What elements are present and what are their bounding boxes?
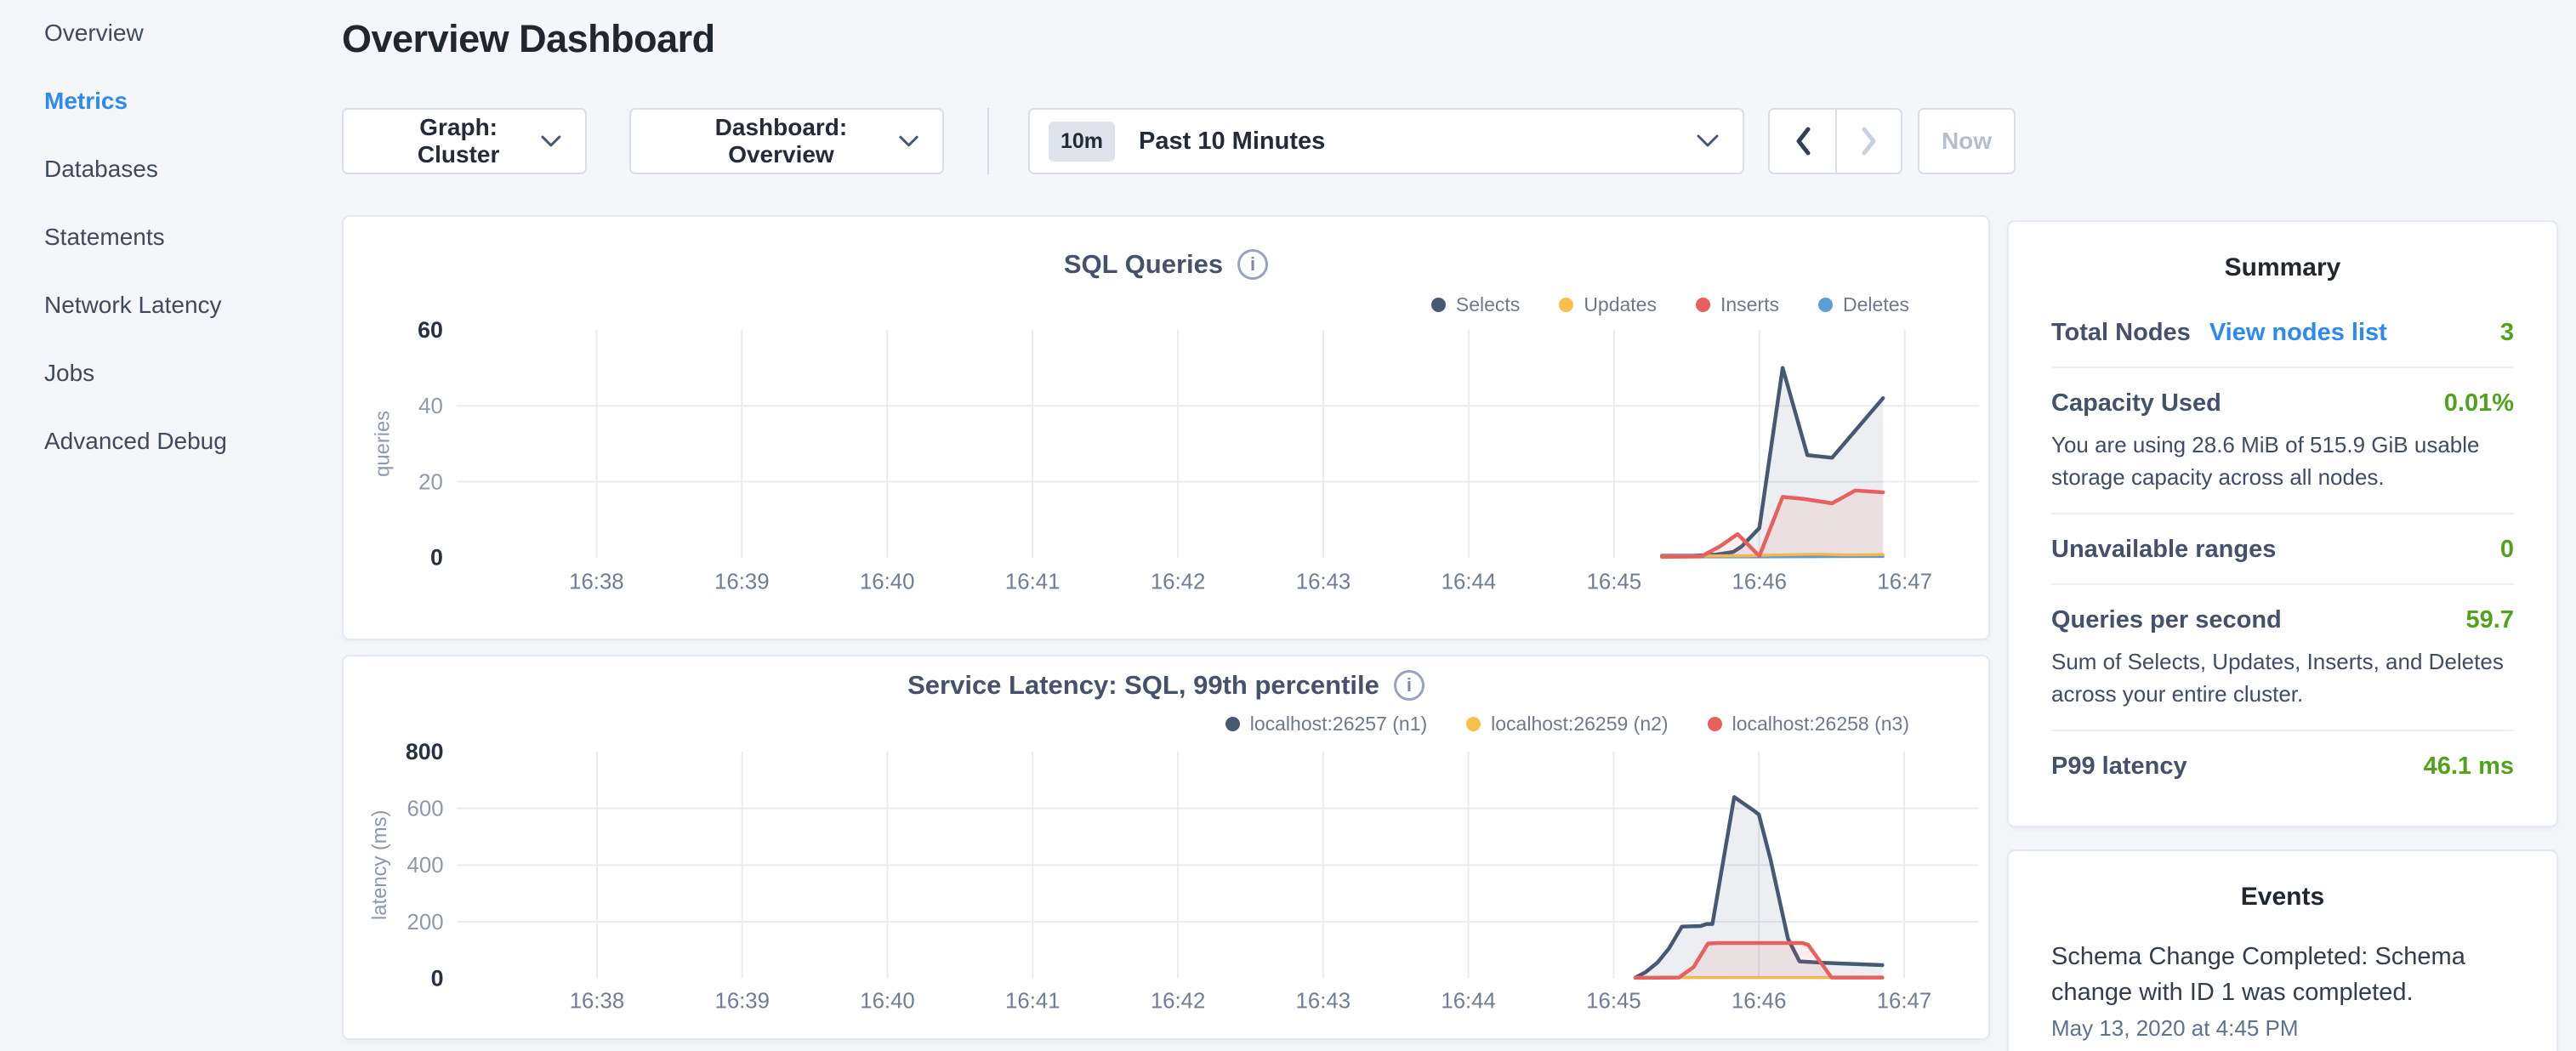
time-prev-button[interactable] <box>1770 110 1835 173</box>
summary-panel: Summary Total Nodes View nodes list 3 Capac… <box>2007 220 2558 827</box>
time-next-button[interactable] <box>1835 110 1901 173</box>
summary-row-value: 0 <box>2500 536 2514 564</box>
event-timestamp: May 13, 2020 at 4:45 PM <box>2051 1015 2514 1042</box>
y-axis-label: latency (ms) <box>368 810 391 920</box>
sidebar-item-databases[interactable]: Databases <box>44 155 342 184</box>
time-step-buttons <box>1768 108 1902 174</box>
y-tick-label: 600 <box>407 798 444 821</box>
x-tick-label: 16:42 <box>1151 989 1205 1013</box>
summary-row-value: 59.7 <box>2466 606 2514 634</box>
x-tick-label: 16:38 <box>569 570 624 594</box>
x-tick-label: 16:38 <box>570 989 624 1013</box>
x-tick-label: 16:41 <box>1005 570 1061 594</box>
y-tick-label: 400 <box>407 854 444 878</box>
x-tick-label: 16:39 <box>714 989 769 1013</box>
y-tick-label: 200 <box>407 911 444 935</box>
sidebar-item-advanced-debug[interactable]: Advanced Debug <box>44 427 342 456</box>
y-tick-label: 60 <box>418 317 443 343</box>
event-item: Schema Change Completed: Schema change w… <box>2051 939 2514 1042</box>
sidebar-item-overview[interactable]: Overview <box>44 19 342 48</box>
sidebar-nav-list: Overview Metrics Databases Statements Networ… <box>0 0 342 456</box>
events-title: Events <box>2051 883 2514 912</box>
x-tick-label: 16:46 <box>1732 570 1788 594</box>
x-tick-label: 16:47 <box>1877 989 1931 1013</box>
graph-dropdown[interactable]: Graph: Cluster <box>342 108 587 174</box>
x-tick-label: 16:46 <box>1732 989 1786 1013</box>
chevron-down-icon <box>1697 134 1719 148</box>
summary-row: Queries per second 59.7 Sum of Selects, Up… <box>2051 585 2514 731</box>
x-tick-label: 16:40 <box>860 989 914 1013</box>
x-tick-label: 16:39 <box>714 570 770 594</box>
event-text: Schema Change Completed: Schema change w… <box>2051 939 2514 1010</box>
chevron-down-icon <box>899 135 918 148</box>
summary-row: Total Nodes View nodes list 3 <box>2051 298 2514 368</box>
sidebar-item-metrics[interactable]: Metrics <box>44 87 342 116</box>
x-tick-label: 16:43 <box>1296 989 1351 1013</box>
summary-row-value: 46.1 ms <box>2424 753 2514 781</box>
y-tick-label: 40 <box>418 395 443 418</box>
dashboard-dropdown[interactable]: Dashboard: Overview <box>629 108 944 174</box>
sidebar-item-jobs[interactable]: Jobs <box>44 359 342 388</box>
dashboard-dropdown-label: Dashboard: Overview <box>663 114 899 168</box>
x-tick-label: 16:47 <box>1877 570 1932 594</box>
summary-rows: Total Nodes View nodes list 3 Capacity Used… <box>2051 298 2514 800</box>
y-tick-label: 0 <box>430 545 443 571</box>
sidebar-item-network-latency[interactable]: Network Latency <box>44 291 342 320</box>
x-tick-label: 16:45 <box>1587 570 1642 594</box>
summary-row-label: Total Nodes <box>2051 319 2191 347</box>
time-now-button[interactable]: Now <box>1918 108 2016 174</box>
time-range-badge: 10m <box>1049 122 1115 162</box>
y-tick-label: 0 <box>431 966 444 991</box>
events-list: Schema Change Completed: Schema change w… <box>2051 939 2514 1042</box>
y-axis-label: queries <box>371 411 394 477</box>
service-latency-chart-plot[interactable]: 0 200 400 600 800 16:38 16:39 16:40 16:41 16:42 16… <box>344 656 1988 1038</box>
events-panel: Events Schema Change Completed: Schema c… <box>2007 849 2558 1051</box>
summary-title: Summary <box>2051 253 2514 282</box>
summary-row-label: P99 latency <box>2051 753 2187 781</box>
x-tick-label: 16:42 <box>1151 570 1206 594</box>
time-range-picker[interactable]: 10m Past 10 Minutes <box>1028 108 1744 174</box>
controls-divider <box>987 108 989 174</box>
y-tick-label: 800 <box>406 739 444 764</box>
sql-queries-chart-card: SQL Queries i SelectsUpdatesInsertsDelet… <box>342 215 1990 640</box>
time-range-label: Past 10 Minutes <box>1139 128 1697 156</box>
x-tick-label: 16:41 <box>1005 989 1060 1013</box>
summary-row: Unavailable ranges 0 <box>2051 514 2514 585</box>
x-tick-label: 16:44 <box>1442 570 1497 594</box>
summary-row-description: Sum of Selects, Updates, Inserts, and De… <box>2051 645 2514 710</box>
summary-row-value: 3 <box>2500 319 2514 347</box>
y-tick-label: 20 <box>418 470 443 494</box>
summary-row-value: 0.01% <box>2444 389 2514 418</box>
summary-row: Capacity Used 0.01% You are using 28.6 MiB… <box>2051 368 2514 514</box>
x-tick-label: 16:45 <box>1586 989 1641 1013</box>
chevron-left-icon <box>1794 127 1811 156</box>
sql-queries-chart-plot[interactable]: 0 20 40 60 16:38 16:39 16:40 16:41 16:42 16:43 16:… <box>344 217 1988 639</box>
summary-row-label: Queries per second <box>2051 606 2282 634</box>
summary-row: P99 latency 46.1 ms <box>2051 731 2514 800</box>
x-tick-label: 16:40 <box>860 570 915 594</box>
sidebar: Overview Metrics Databases Statements Networ… <box>0 0 342 1051</box>
summary-row-label: Unavailable ranges <box>2051 536 2276 564</box>
summary-row-label: Capacity Used <box>2051 389 2221 418</box>
page-title: Overview Dashboard <box>342 17 715 61</box>
service-latency-chart-card: Service Latency: SQL, 99th percentile i … <box>342 655 1990 1040</box>
x-tick-label: 16:44 <box>1441 989 1495 1013</box>
graph-dropdown-label: Graph: Cluster <box>376 114 541 168</box>
sidebar-item-statements[interactable]: Statements <box>44 223 342 252</box>
chevron-down-icon <box>541 135 561 148</box>
chevron-right-icon <box>1861 127 1878 156</box>
x-tick-label: 16:43 <box>1296 570 1351 594</box>
summary-row-description: You are using 28.6 MiB of 515.9 GiB usab… <box>2051 429 2514 493</box>
view-nodes-link[interactable]: View nodes list <box>2209 319 2387 347</box>
